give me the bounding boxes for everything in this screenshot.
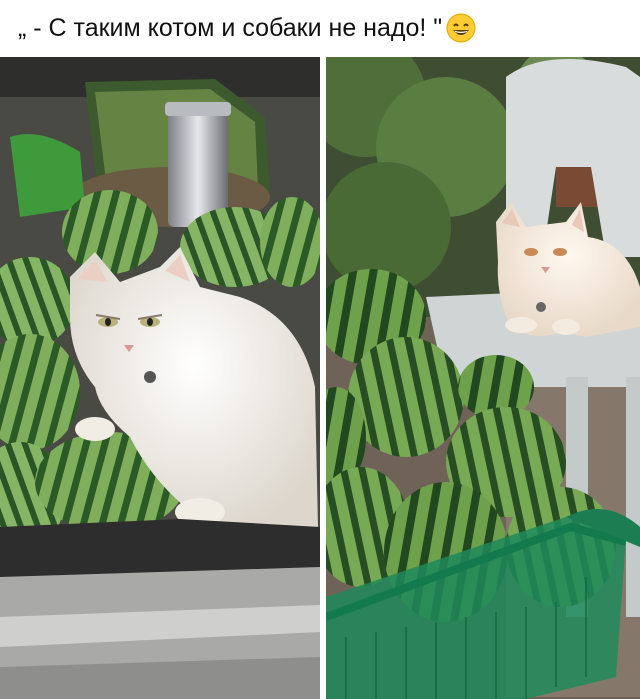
grinning-face-icon	[446, 13, 476, 43]
photo-cat-on-chair	[326, 57, 640, 699]
caption-text: „ - С таким котом и собаки не надо! "	[18, 13, 443, 42]
photo-cat-in-car-trunk	[0, 57, 320, 699]
caption: „ - С таким котом и собаки не надо! "	[18, 6, 476, 50]
